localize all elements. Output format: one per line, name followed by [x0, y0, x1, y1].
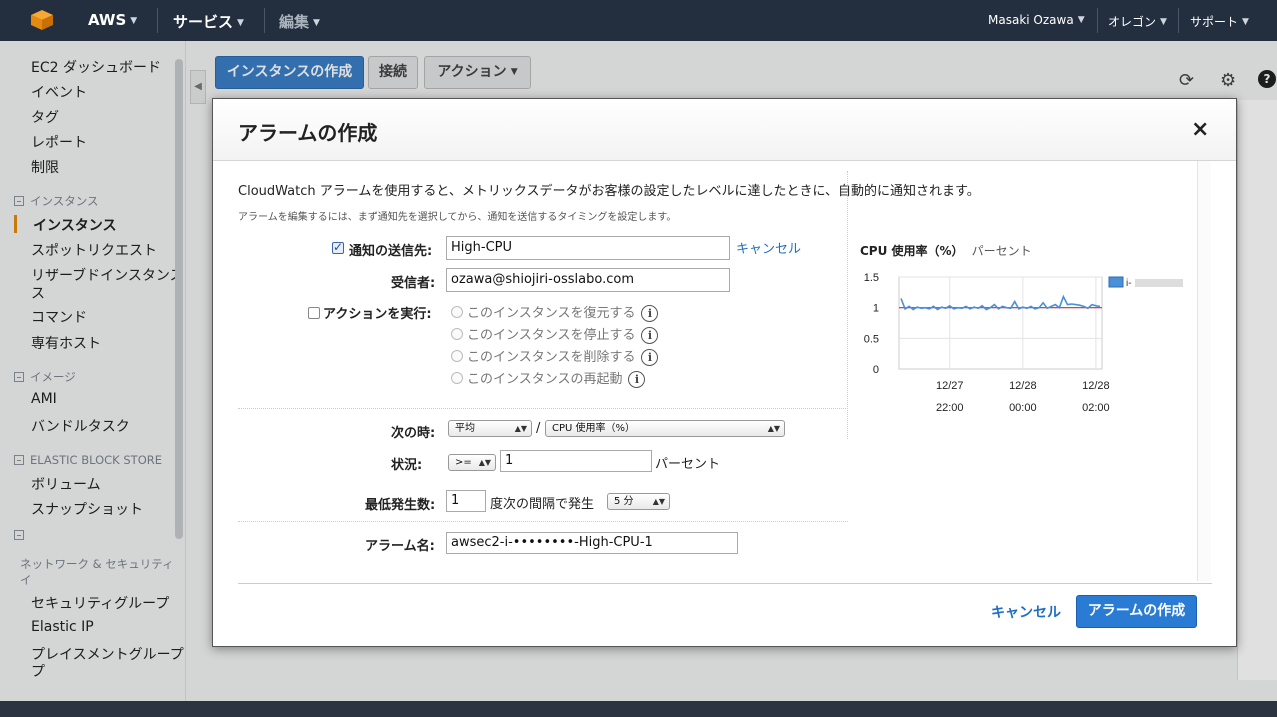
create-alarm-button[interactable]: アラームの作成 — [1076, 595, 1197, 628]
action-option-reboot[interactable]: このインスタンスの再起動 i — [451, 368, 646, 388]
y-tick-label: 1.5 — [864, 272, 879, 284]
min-occurrence-label: 最低発生数: — [365, 498, 436, 513]
notify-topic-input[interactable]: High-CPU — [446, 236, 730, 260]
nav-divider — [1097, 8, 1098, 33]
dialog-title: アラームの作成 — [238, 121, 378, 145]
cpu-utilization-chart: 1.5 1 0.5 0 12/27 22:00 12/28 00:00 12/28 02:00 i- — [864, 272, 1183, 414]
select-arrows-icon: ▲▼ — [478, 458, 491, 467]
chevron-down-icon: ▼ — [1242, 17, 1249, 27]
dialog-header: アラームの作成 × — [213, 99, 1236, 161]
chevron-down-icon: ▼ — [237, 18, 244, 28]
action-option-recover[interactable]: このインスタンスを復元する i — [451, 302, 659, 322]
info-icon[interactable]: i — [641, 305, 659, 322]
info-icon[interactable]: i — [641, 327, 659, 344]
period-select[interactable]: 5 分 ▲▼ — [607, 493, 670, 510]
services-menu[interactable]: サービス ▼ — [173, 11, 244, 32]
x-tick-time-label: 02:00 — [1082, 402, 1110, 414]
notify-checkbox[interactable] — [332, 240, 344, 254]
status-label: 状況: — [391, 458, 423, 473]
nav-divider — [264, 8, 265, 33]
dialog-description: CloudWatch アラームを使用すると、メトリックスデータがお客様の設定した… — [238, 184, 980, 199]
dialog-subdescription: アラームを編集するには、まず通知先を選択してから、通知を送信するタイミングを設定… — [238, 212, 677, 223]
metric-select[interactable]: CPU 使用率（%） ▲▼ — [545, 420, 785, 437]
edit-menu[interactable]: 編集 ▼ — [279, 11, 320, 32]
region-menu[interactable]: オレゴン ▼ — [1108, 13, 1167, 30]
x-tick-date-label: 12/28 — [1009, 380, 1037, 392]
action-option-terminate[interactable]: このインスタンスを削除する i — [451, 346, 659, 366]
chevron-down-icon: ▼ — [313, 18, 320, 28]
section-divider — [238, 521, 848, 522]
nav-divider — [157, 8, 158, 33]
chart-divider — [847, 171, 848, 439]
chevron-down-icon: ▼ — [1077, 15, 1085, 25]
x-tick-date-label: 12/28 — [1082, 380, 1110, 392]
y-tick-label: 1 — [873, 303, 879, 315]
radio-button[interactable] — [451, 350, 463, 362]
create-alarm-dialog: アラームの作成 × CloudWatch アラームを使用すると、メトリックスデー… — [212, 98, 1237, 647]
radio-button[interactable] — [451, 328, 463, 340]
y-tick-label: 0 — [873, 364, 879, 376]
legend-label: i- — [1126, 278, 1132, 289]
x-tick-date-label: 12/27 — [936, 380, 964, 392]
info-icon[interactable]: i — [641, 349, 659, 366]
plot-area — [898, 276, 1103, 370]
nav-divider — [1178, 8, 1179, 33]
notify-cancel-link[interactable]: キャンセル — [736, 238, 801, 257]
cancel-button[interactable]: キャンセル — [991, 602, 1061, 622]
threshold-input[interactable]: 1 — [500, 450, 652, 472]
x-tick-time-label: 22:00 — [936, 402, 964, 414]
radio-button[interactable] — [451, 306, 463, 318]
chevron-down-icon: ▼ — [1160, 17, 1167, 27]
threshold-unit: パーセント — [655, 457, 721, 472]
select-arrows-icon: ▲▼ — [767, 424, 780, 433]
close-icon[interactable]: × — [1191, 117, 1209, 142]
chart-title: CPU 使用率（%） パーセント — [860, 244, 1032, 258]
footer — [0, 701, 1277, 717]
operator-select[interactable]: >= ▲▼ — [448, 454, 496, 471]
support-menu[interactable]: サポート ▼ — [1190, 13, 1249, 30]
radio-button[interactable] — [451, 372, 463, 384]
period-text: 度次の間隔で発生 — [490, 497, 595, 512]
alarm-name-label: アラーム名: — [365, 539, 435, 554]
alarm-name-input[interactable]: awsec2-i-••••••••-High-CPU-1 — [446, 532, 738, 554]
select-arrows-icon: ▲▼ — [652, 497, 665, 506]
select-arrows-icon: ▲▼ — [514, 424, 527, 433]
aws-cube-icon[interactable] — [30, 9, 54, 31]
aws-menu[interactable]: AWS ▼ — [88, 11, 137, 29]
info-icon[interactable]: i — [628, 371, 646, 388]
recipient-label: 受信者: — [391, 276, 436, 291]
section-divider — [238, 408, 848, 409]
slash-separator: / — [536, 421, 541, 436]
recipient-input[interactable]: ozawa@shiojiri-osslabo.com — [446, 268, 730, 292]
dialog-scrollbar[interactable] — [1197, 161, 1211, 581]
y-tick-label: 0.5 — [864, 333, 879, 345]
chevron-down-icon: ▼ — [130, 16, 138, 26]
action-option-stop[interactable]: このインスタンスを停止する i — [451, 324, 659, 344]
action-label: アクションを実行: — [323, 307, 432, 322]
user-menu[interactable]: Masaki Ozawa ▼ — [988, 13, 1085, 27]
action-checkbox[interactable] — [308, 307, 320, 319]
dialog-footer-divider — [238, 583, 1212, 584]
x-tick-time-label: 00:00 — [1009, 402, 1037, 414]
min-occurrence-input[interactable]: 1 — [446, 490, 486, 512]
legend-redacted — [1135, 279, 1183, 287]
when-label: 次の時: — [391, 426, 436, 441]
legend-swatch — [1108, 276, 1124, 288]
top-nav: AWS ▼ サービス ▼ 編集 ▼ Masaki Ozawa ▼ オレゴン ▼ サポート ▼ — [0, 0, 1277, 41]
statistic-select[interactable]: 平均 ▲▼ — [448, 420, 532, 437]
notify-label: 通知の送信先: — [349, 244, 433, 259]
